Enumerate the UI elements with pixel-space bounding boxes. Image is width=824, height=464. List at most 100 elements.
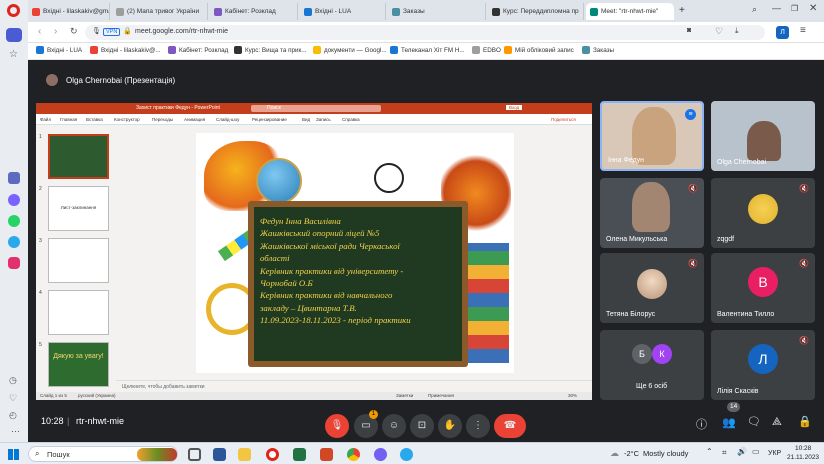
reload-icon[interactable]: ↻ — [70, 26, 78, 37]
emoji-button[interactable]: ☺ — [382, 414, 406, 438]
ppt-notes-placeholder[interactable]: Щелкните, чтобы добавить заметки — [122, 384, 205, 390]
heart-icon[interactable]: ♡ — [9, 393, 17, 404]
ppt-ribbon-tab[interactable]: Справка — [342, 117, 360, 122]
ppt-notes-button[interactable]: Заметки — [396, 393, 413, 398]
ppt-ribbon-tab[interactable]: Запись — [316, 117, 331, 122]
slide-thumbnail[interactable] — [48, 238, 109, 283]
camera-icon[interactable]: ◙ — [687, 27, 691, 34]
participant-tile[interactable]: ≡ Інна Федун — [600, 101, 704, 171]
back-icon[interactable]: ‹ — [38, 26, 41, 37]
opera-logo-icon[interactable] — [7, 4, 20, 17]
bookmark-item[interactable]: Вхідні - LUA — [36, 46, 82, 54]
chat-icon[interactable]: 🗨 — [747, 415, 761, 428]
opera-taskbar-icon[interactable] — [266, 448, 279, 461]
viber-icon[interactable] — [374, 448, 387, 461]
telegram-taskbar-icon[interactable] — [400, 448, 413, 461]
browser-tab[interactable]: Кабінет: Розклад — [210, 3, 298, 20]
participant-tile[interactable]: В 🔇 Валентина Тилло — [711, 253, 815, 323]
search-tabs-icon[interactable]: ⌕ — [752, 4, 757, 15]
info-icon[interactable]: ⓘ — [696, 416, 707, 432]
slide-thumbnail[interactable] — [48, 134, 109, 179]
input-language[interactable]: УКР — [768, 450, 781, 457]
bookmark-item[interactable]: Заказы — [582, 46, 614, 54]
participant-tile[interactable]: Л 🔇 Лілія Скаскiв — [711, 330, 815, 400]
activities-icon[interactable]: ⟁ — [772, 416, 782, 429]
lock-icon[interactable]: 🔒 — [123, 27, 132, 35]
participant-tile[interactable]: 🔇 zqgdf — [711, 178, 815, 248]
more-options-button[interactable]: ⋮ — [466, 414, 490, 438]
ppt-ribbon-tab[interactable]: Рецензирование — [252, 117, 287, 122]
vpn-badge[interactable]: VPN — [103, 28, 121, 36]
bookmark-item[interactable]: Мій обліковий запис — [504, 46, 574, 54]
history-icon[interactable]: ◷ — [9, 375, 17, 386]
instagram-icon[interactable] — [8, 257, 20, 269]
bookmark-item[interactable]: EDBO — [472, 46, 501, 54]
browser-tab[interactable]: Meet: "rtr-nhwt-mie" — [586, 3, 674, 20]
more-icon[interactable]: ⋯ — [11, 426, 20, 437]
network-icon[interactable]: ⌗ — [722, 448, 727, 458]
excel-icon[interactable] — [293, 448, 306, 461]
task-view-icon[interactable] — [188, 448, 201, 461]
browser-tab[interactable]: Заказы — [388, 3, 486, 20]
participant-tile[interactable]: Б К Ще 6 осіб — [600, 330, 704, 400]
profile-avatar[interactable]: Л — [776, 26, 789, 39]
browser-tab[interactable]: Вхідні - lilaskakiv@gmail.com — [28, 3, 110, 20]
participant-tile[interactable]: 🔇 Тетяна Білорус — [600, 253, 704, 323]
powerpoint-icon[interactable] — [320, 448, 333, 461]
browser-tab[interactable]: Курс: Переддипломна пр — [488, 3, 584, 20]
ppt-share-button[interactable]: Поделиться — [551, 117, 576, 122]
ppt-ribbon-tab[interactable]: Переходы — [152, 117, 173, 122]
raise-hand-button[interactable]: ✋ — [438, 414, 462, 438]
tray-chevron-icon[interactable]: ⌃ — [706, 447, 713, 456]
ppt-ribbon-tab[interactable]: Анимация — [184, 117, 205, 122]
new-tab-button[interactable]: + — [679, 5, 685, 16]
slide-thumbnail[interactable]: Дякую за увагу! — [48, 342, 109, 387]
maximize-icon[interactable]: ❐ — [791, 4, 798, 13]
ppt-signin-button[interactable]: Вход — [506, 105, 523, 110]
host-controls-icon[interactable]: 🔒 — [798, 415, 812, 428]
url-text[interactable]: meet.google.com/rtr-nhwt-mie — [135, 28, 228, 35]
participant-tile[interactable]: 🔇 Олена Микульська — [600, 178, 704, 248]
volume-icon[interactable]: 🔊 — [737, 447, 747, 456]
bookmark-item[interactable]: Курс: Вища та прик... — [234, 46, 307, 54]
bookmark-item[interactable]: Телеканал Хіт FM Н... — [390, 46, 465, 54]
star-icon[interactable]: ☆ — [9, 49, 18, 60]
clock-icon[interactable]: ◴ — [9, 410, 17, 421]
bookmark-item[interactable]: Вхідні - lilaskakiv@... — [90, 46, 161, 54]
minimize-icon[interactable]: — — [772, 3, 781, 13]
ppt-ribbon-tab[interactable]: Вид — [302, 117, 310, 122]
clock-date[interactable]: 21.11.2023 — [787, 454, 819, 461]
ppt-ribbon-tab[interactable]: Главная — [60, 117, 77, 122]
browser-tab[interactable]: Вхідні - LUA — [300, 3, 386, 20]
taskbar-search[interactable]: ⌕ Пошук — [28, 446, 178, 462]
aria-icon[interactable] — [8, 172, 20, 184]
present-button[interactable]: ⊡ — [410, 414, 434, 438]
ppt-ribbon-tab[interactable]: Файл — [40, 117, 51, 122]
browser-tab[interactable]: (2) Мапа тривог України — [112, 3, 208, 20]
forward-icon[interactable]: › — [54, 26, 57, 37]
leave-call-button[interactable]: ☎ — [494, 414, 526, 438]
ppt-ribbon-tab[interactable]: Конструктор — [114, 117, 140, 122]
slide-thumbnail[interactable]: Лист-заклинання — [48, 186, 109, 231]
word-icon[interactable] — [213, 448, 226, 461]
menu-icon[interactable]: ≡ — [800, 25, 806, 36]
clock-time[interactable]: 10:28 — [795, 445, 811, 452]
bookmark-item[interactable]: Кабінет: Розклад — [168, 46, 228, 54]
ppt-search[interactable]: Поиск — [251, 105, 381, 112]
bookmark-heart-icon[interactable]: ♡ — [715, 26, 723, 37]
messenger-icon[interactable] — [8, 194, 20, 206]
windows-start-icon[interactable] — [8, 449, 19, 460]
home-icon[interactable] — [6, 28, 22, 42]
battery-icon[interactable]: ▭ — [752, 447, 760, 456]
ppt-zoom-level[interactable]: 30% — [568, 393, 577, 398]
mic-icon[interactable]: 🎙 — [92, 27, 101, 35]
download-icon[interactable]: ⤓ — [735, 26, 739, 36]
ppt-ribbon-tab[interactable]: Вставка — [86, 117, 103, 122]
address-bar[interactable]: 🎙 VPN 🔒 meet.google.com/rtr-nhwt-mie ◙ ♡… — [85, 25, 765, 40]
file-explorer-icon[interactable] — [238, 448, 251, 461]
ppt-ribbon-tab[interactable]: Слайд-шоу — [216, 117, 239, 122]
mic-off-button[interactable]: 🎙 — [325, 414, 349, 438]
telegram-icon[interactable] — [8, 236, 20, 248]
ppt-comments-button[interactable]: Примечания — [428, 393, 454, 398]
people-icon[interactable]: 👥 — [722, 416, 736, 429]
